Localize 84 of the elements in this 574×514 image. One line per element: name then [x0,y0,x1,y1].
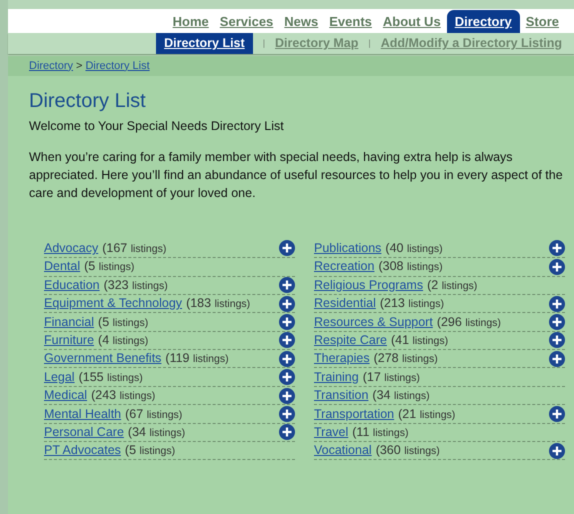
nav-tab[interactable]: Store [520,10,564,33]
listing-count: (11 listings) [352,424,408,441]
plus-icon[interactable] [279,314,295,330]
category-link[interactable]: Furniture [44,331,94,350]
listing-count: (2 listings) [427,276,478,294]
subnav-tab[interactable]: Directory Map [275,33,358,54]
listing-count: (40 listings) [385,240,443,258]
separator: | [262,36,266,50]
category-link[interactable]: Financial [44,312,94,332]
category-link[interactable]: Vocational [314,441,372,460]
category-link[interactable]: Government Benefits [44,349,162,368]
listing-count: (308 listings) [378,258,443,276]
breadcrumb-link[interactable]: Directory [29,58,74,74]
plus-icon[interactable] [549,296,565,312]
plus-icon[interactable] [549,258,565,275]
plus-icon[interactable] [549,240,565,256]
listing-count: (67 listings) [125,406,182,423]
listing-count: (119 listings) [165,350,229,368]
page-title: Directory List [29,89,147,114]
listing-count: (167 listings) [102,240,166,258]
plus-icon[interactable] [279,332,295,348]
category-link[interactable]: PT Advocates [44,441,121,460]
subnav-tab[interactable]: Add/Modify a Directory Listing [380,33,562,54]
intro-text: Welcome to Your Special Needs Directory List [29,118,285,135]
category-link[interactable]: Publications [314,239,382,258]
category-link[interactable]: Equipment & Technology [44,294,182,313]
nav-tab[interactable]: Home [168,10,214,33]
listing-count: (323 listings) [104,276,168,294]
listing-count: (183 listings) [186,295,250,312]
nav-tab[interactable]: Events [324,10,377,33]
nav-tab[interactable]: Directory [446,10,520,33]
plus-icon[interactable] [549,314,565,330]
category-link[interactable]: Recreation [314,257,374,276]
nav-tab[interactable]: Services [214,10,278,33]
category-link[interactable]: Medical [44,386,88,405]
plus-icon[interactable] [279,277,295,294]
listing-count: (21 listings) [398,406,456,423]
plus-icon[interactable] [279,406,295,422]
category-link[interactable]: Dental [44,257,80,276]
listing-count: (296 listings) [436,314,501,331]
listing-count: (34 listings) [372,387,430,404]
plus-icon[interactable] [549,332,565,348]
separator: | [367,36,372,50]
plus-icon[interactable] [279,388,295,404]
listing-count: (213 listings) [380,295,444,312]
listing-count: (34 listings) [128,424,186,441]
subnav-tab[interactable]: Directory List [156,33,253,54]
category-link[interactable]: Advocacy [44,239,98,258]
nav-tab[interactable]: About Us [378,10,446,33]
plus-icon[interactable] [549,442,565,459]
category-link[interactable]: Mental Health [44,404,122,424]
plus-icon[interactable] [549,350,565,367]
plus-icon[interactable] [549,406,565,422]
listing-count: (5 listings) [98,314,148,331]
category-link[interactable]: Therapies [314,349,370,368]
listing-count: (41 listings) [390,332,448,350]
breadcrumb-link[interactable]: Directory List [85,58,150,74]
category-link[interactable]: Training [314,368,359,387]
breadcrumb-separator: > [76,58,82,74]
plus-icon[interactable] [279,296,295,312]
category-link[interactable]: Personal Care [44,422,124,442]
nav-tab[interactable]: News [279,10,324,33]
category-link[interactable]: Resources & Support [314,312,433,332]
category-link[interactable]: Education [44,276,100,295]
plus-icon[interactable] [279,424,295,440]
listing-count: (5 listings) [84,258,134,276]
category-link[interactable]: Transportation [314,404,394,424]
listing-count: (17 listings) [362,368,420,386]
plus-icon[interactable] [279,350,295,367]
category-link[interactable]: Transition [314,386,368,405]
description-text: When you’re caring for a family member with special needs, having extra help is always appreciated. Here you’ll find an abundance of useful resources to help you in every aspect of the care and development of your loved one. [29,148,564,202]
category-link[interactable]: Legal [44,368,75,387]
listing-count: (4 listings) [98,332,148,350]
category-link[interactable]: Respite Care [314,331,387,350]
listing-count: (360 listings) [376,442,440,460]
plus-icon[interactable] [279,369,295,386]
listing-count: (5 listings) [124,442,176,460]
category-link[interactable]: Travel [314,422,348,442]
listing-count: (243 listings) [91,387,156,404]
listing-count: (155 listings) [78,368,143,386]
category-link[interactable]: Religious Programs [314,276,424,295]
plus-icon[interactable] [279,240,295,256]
listing-count: (278 listings) [374,350,438,368]
category-link[interactable]: Residential [314,294,376,313]
